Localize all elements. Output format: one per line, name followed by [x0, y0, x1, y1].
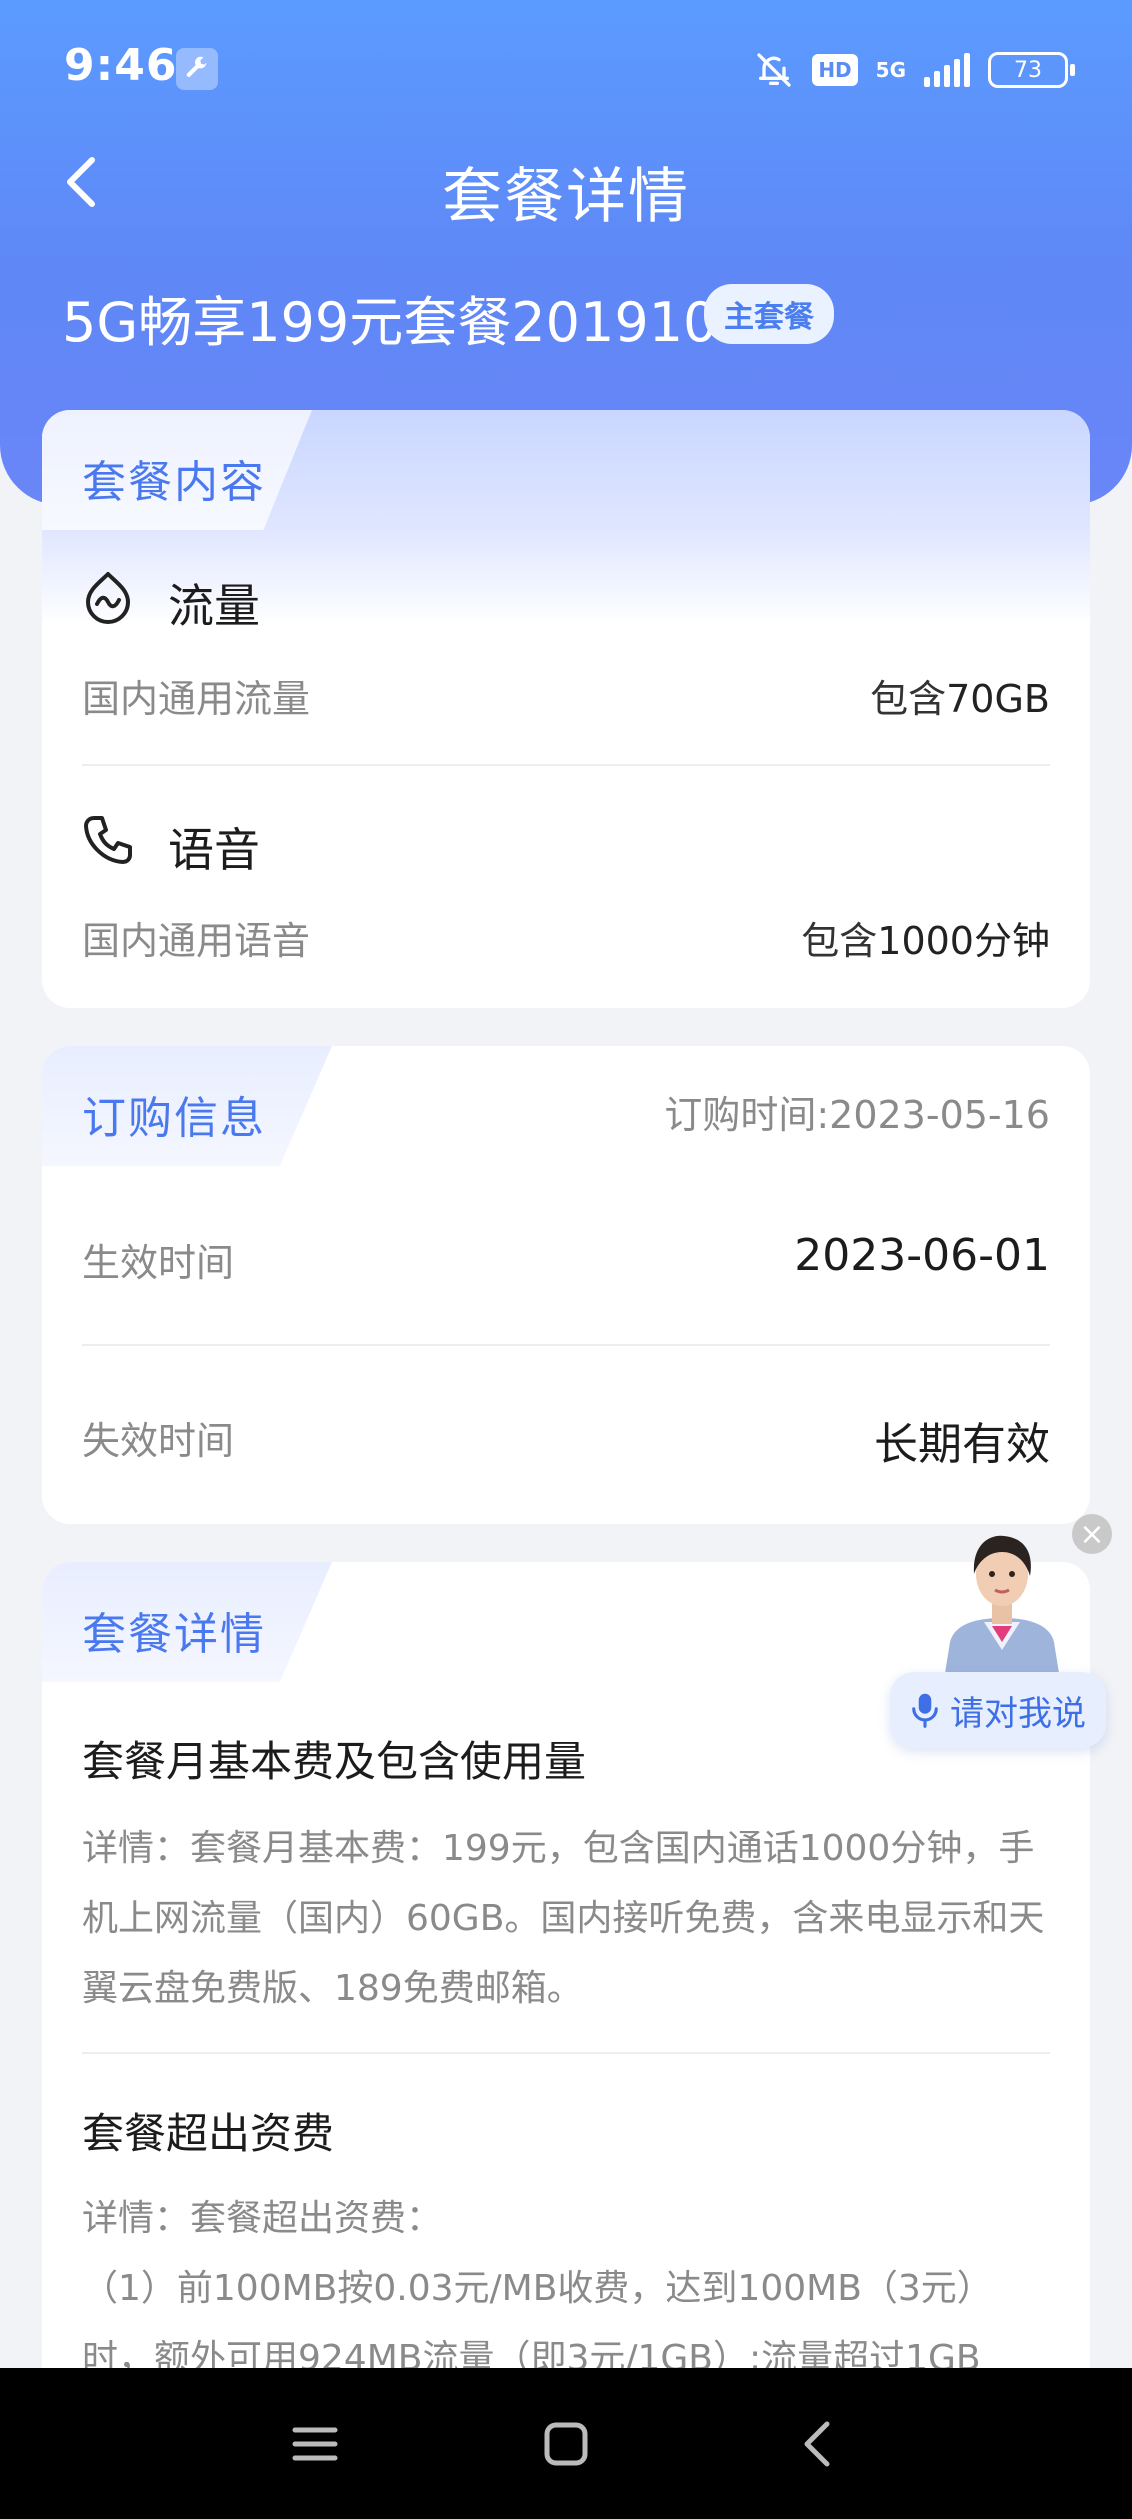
plan-tag-badge: 主套餐 [704, 284, 834, 344]
voice-row-label: 国内通用语音 [82, 919, 311, 963]
detail-section-line: 详情：套餐超出资费： [82, 2198, 443, 2239]
microphone-icon [912, 1693, 938, 1728]
plan-name: 5G畅享199元套餐201910 [62, 291, 718, 354]
order-info-card: 订购信息 订购时间:2023-05-16 生效时间 2023-06-01 失效时… [42, 1046, 1090, 1524]
menu-button[interactable] [280, 2409, 350, 2479]
network-type: 5G [875, 58, 906, 82]
divider [82, 1344, 1050, 1346]
expire-time-label: 失效时间 [82, 1419, 235, 1463]
tab-order-info: 订购信息 [82, 1093, 266, 1144]
voice-row-value: 包含1000分钟 [801, 910, 1050, 965]
hd-icon: HD [812, 54, 858, 86]
page-title: 套餐详情 [442, 162, 690, 232]
home-button[interactable] [531, 2409, 601, 2479]
detail-section-title: 套餐月基本费及包含使用量 [82, 1737, 587, 1786]
voice-assistant-button[interactable]: 请对我说 [890, 1672, 1106, 1748]
status-icons: HD 5G 73 [754, 44, 1075, 96]
divider [82, 764, 1050, 766]
phone-icon [84, 816, 132, 864]
voice-assistant-label: 请对我说 [950, 1693, 1086, 1734]
assistant-avatar [942, 1535, 1062, 1692]
order-time: 订购时间:2023-05-16 [664, 1093, 1050, 1137]
detail-section-text: 详情：套餐月基本费：199元，包含国内通话1000分钟，手机上网流量（国内）60… [82, 1828, 1045, 2009]
home-square-icon [544, 2422, 588, 2465]
tab-package-content: 套餐内容 [82, 457, 266, 508]
data-section-title: 流量 [168, 579, 260, 633]
status-bar: 9:46 HD 5G 73 [0, 0, 1132, 140]
voice-amount: 1000分钟 [877, 919, 1050, 963]
close-icon[interactable]: × [1072, 1514, 1112, 1554]
value-prefix: 包含 [870, 677, 947, 721]
data-row-value: 包含70GB [870, 668, 1050, 723]
value-prefix: 包含 [801, 919, 878, 963]
mute-bell-icon [757, 53, 791, 87]
package-content-card: 套餐内容 流量 国内通用流量 包含70GB 语音 国内通用语音 包含1000分钟 [42, 410, 1090, 1008]
divider [82, 2052, 1050, 2054]
battery-level: 73 [1014, 57, 1042, 83]
wrench-icon [176, 48, 218, 90]
system-nav-bar [0, 2368, 1132, 2519]
chevron-left-icon [804, 2421, 830, 2466]
effective-time-value: 2023-06-01 [794, 1230, 1050, 1281]
signal-icon [924, 53, 970, 87]
back-nav-button[interactable] [782, 2409, 852, 2479]
battery-icon: 73 [988, 52, 1075, 88]
tab-package-details: 套餐详情 [82, 1609, 266, 1660]
detail-section-title: 套餐超出资费 [82, 2109, 335, 2158]
data-amount: 70GB [946, 677, 1050, 721]
expire-time-value: 长期有效 [874, 1419, 1050, 1470]
status-time: 9:46 [64, 40, 178, 91]
menu-icon [292, 2427, 338, 2460]
detail-section-line: （1）前100MB按0.03元/MB收费，达到100MB（3元） [82, 2268, 993, 2309]
data-row-label: 国内通用流量 [82, 677, 311, 721]
data-flow-icon [86, 572, 130, 624]
voice-section-title: 语音 [168, 823, 260, 877]
effective-time-label: 生效时间 [82, 1241, 235, 1285]
